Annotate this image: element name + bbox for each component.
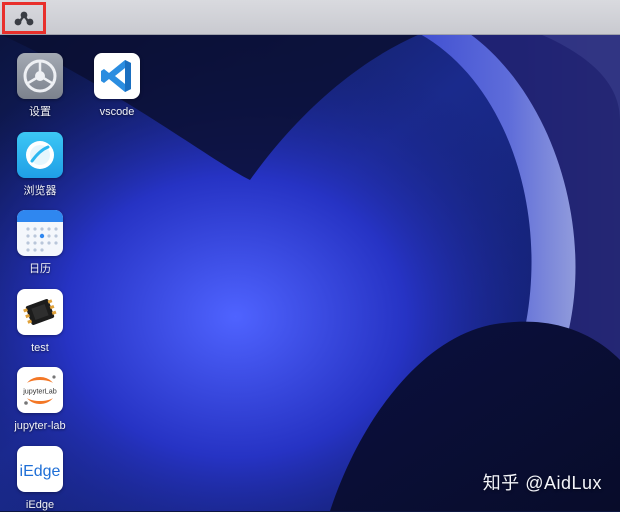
desktop-icon-vscode[interactable]: vscode: [79, 53, 155, 119]
browser-icon: [17, 132, 63, 178]
desktop-icon-iedge[interactable]: iEdge iEdge: [2, 446, 78, 512]
icon-label: 日历: [29, 263, 51, 275]
vscode-icon: [94, 53, 140, 99]
desktop-icon-jupyter-lab[interactable]: jupyterLab jupyter-lab: [2, 367, 78, 433]
chip-icon: [17, 289, 63, 335]
icon-label: test: [31, 342, 49, 354]
iedge-logo-text: iEdge: [20, 463, 61, 480]
desktop-icon-browser[interactable]: 浏览器: [2, 132, 78, 198]
iedge-icon: iEdge: [17, 446, 63, 492]
icon-label: 浏览器: [23, 185, 57, 197]
icon-label: 设置: [29, 106, 51, 118]
gear-icon: [17, 53, 63, 99]
icon-label: jupyter-lab: [14, 420, 66, 432]
watermark: 知乎 @AidLux: [482, 473, 602, 493]
desktop-icon-test[interactable]: test: [2, 289, 78, 355]
desktop-icon-calendar[interactable]: 日历: [2, 210, 78, 276]
top-panel: [0, 0, 620, 35]
aidlux-logo-icon: [14, 11, 34, 26]
calendar-icon: [17, 210, 63, 256]
start-menu-button[interactable]: [2, 2, 46, 34]
jupyterlab-icon: jupyterLab: [17, 367, 63, 413]
desktop-icon-settings[interactable]: 设置: [2, 53, 78, 119]
icon-label: vscode: [99, 106, 135, 118]
icon-label: iEdge: [25, 499, 55, 511]
jupyterlab-logo-text: jupyterLab: [22, 387, 57, 396]
